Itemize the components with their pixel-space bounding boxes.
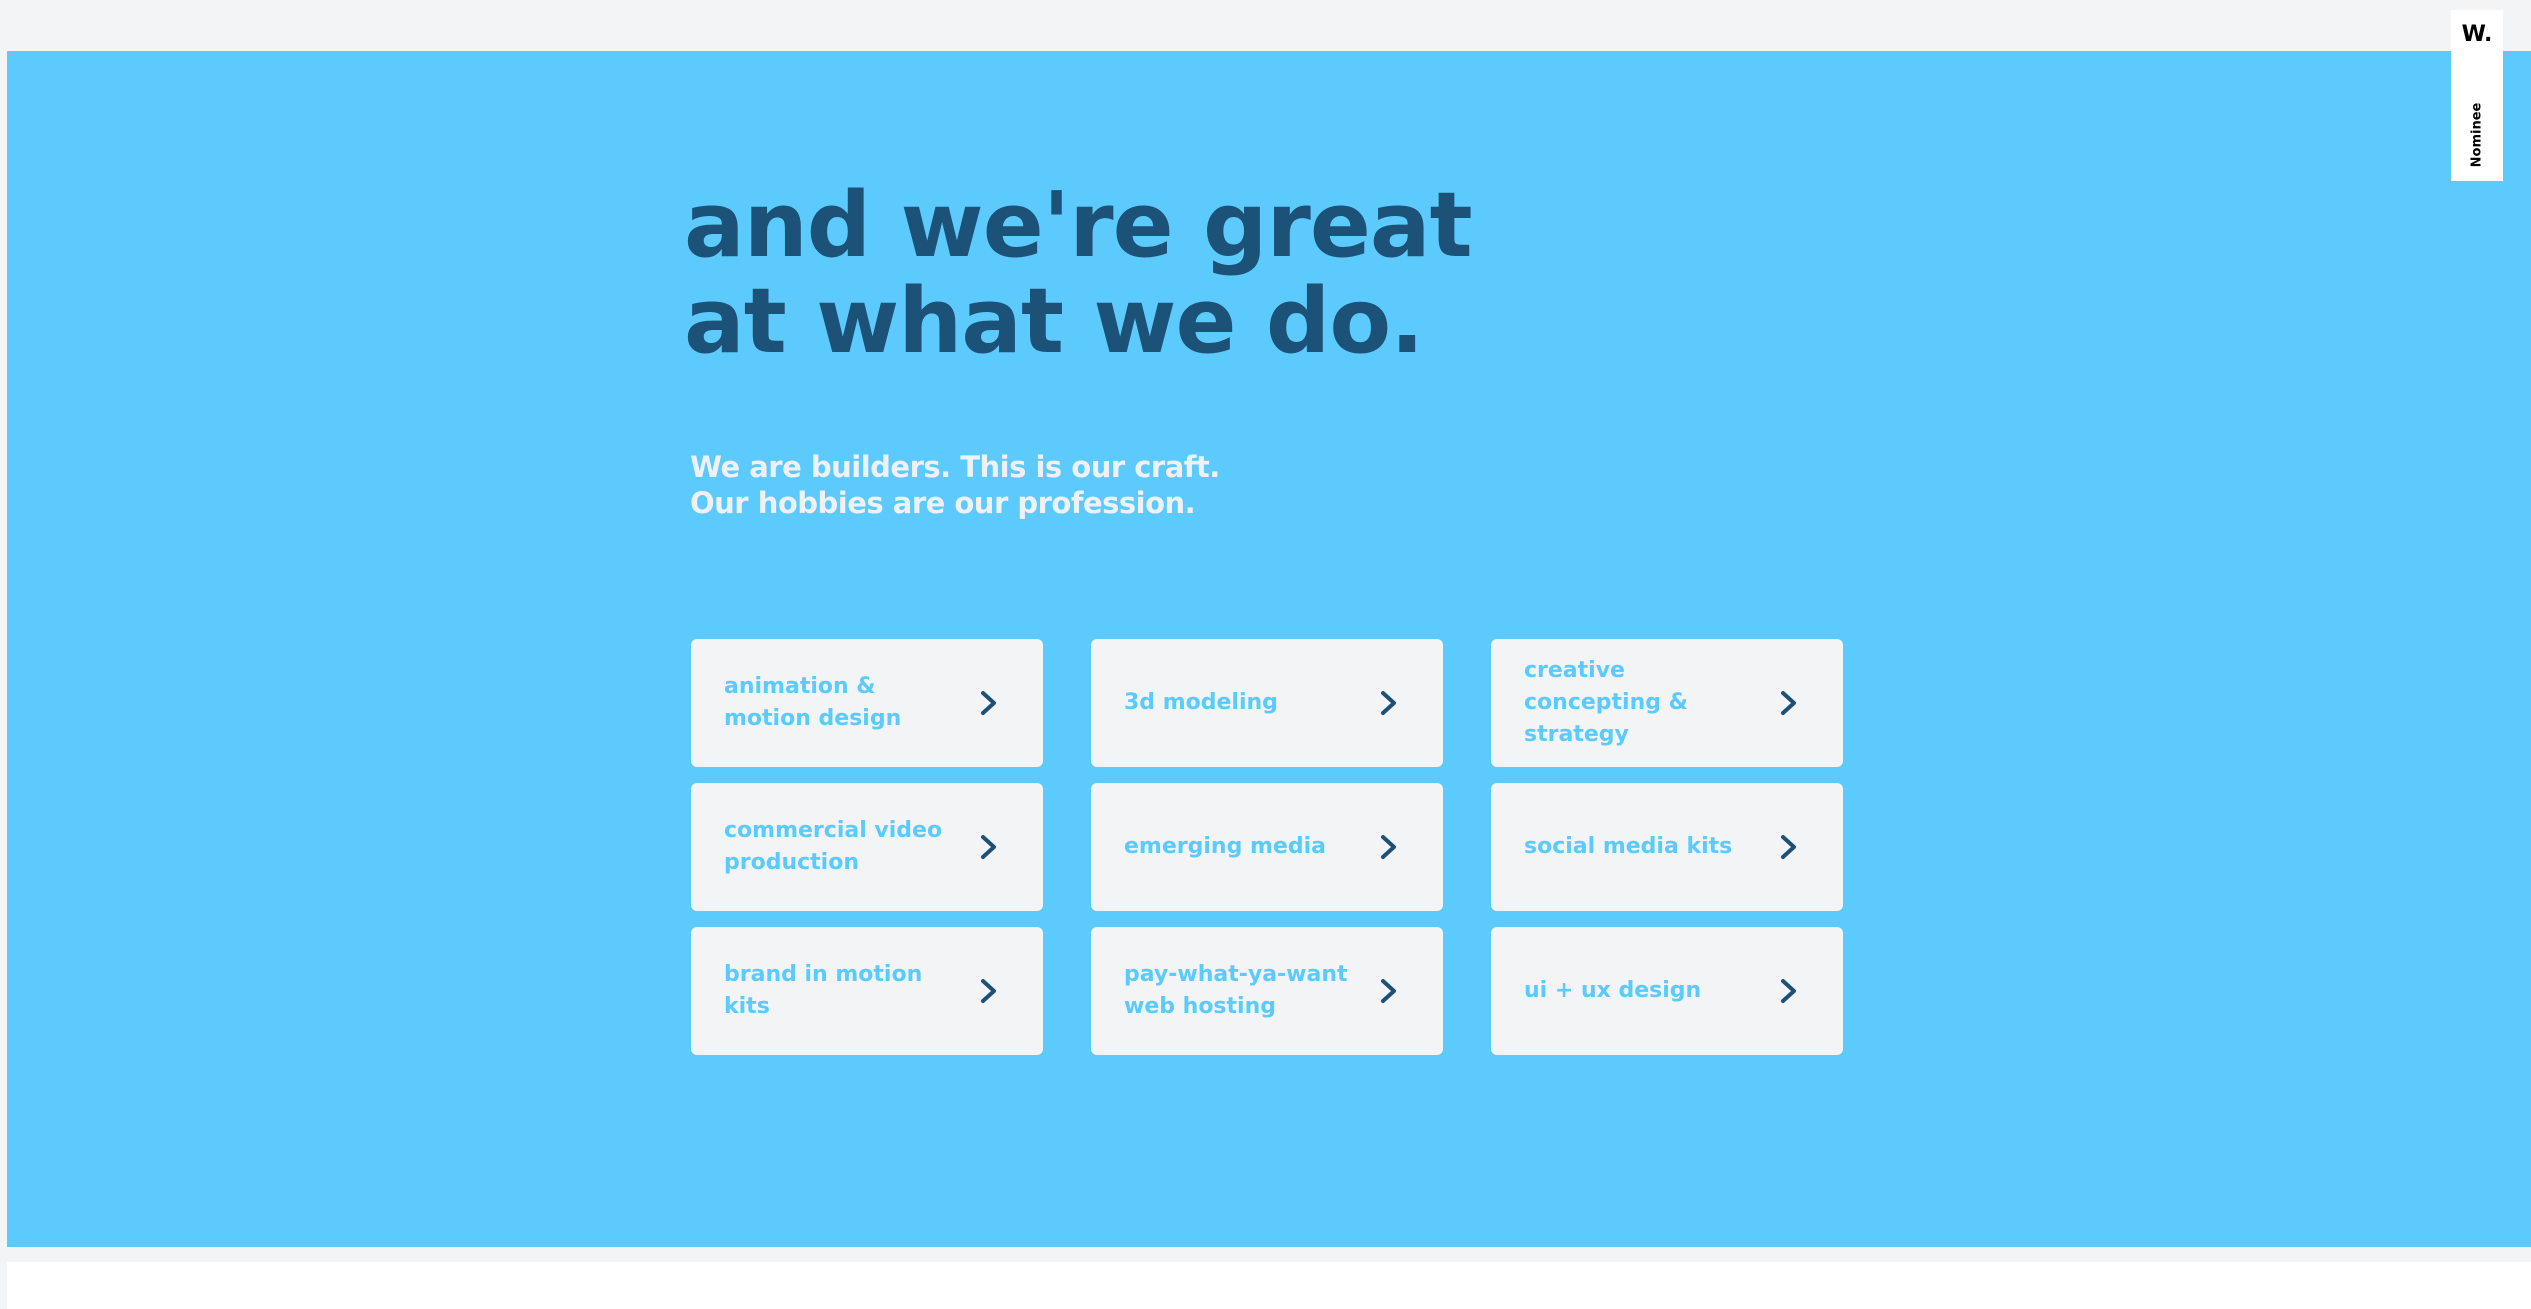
service-card-label: social media kits: [1524, 834, 1733, 859]
chevron-right-icon: [981, 835, 996, 859]
chevron-right-icon: [1781, 691, 1796, 715]
chevron-right-icon: [1781, 835, 1796, 859]
service-card-label: commercial video production: [724, 818, 943, 875]
service-card-brand-in-motion-kits[interactable]: brand in motion kits: [691, 927, 1043, 1055]
chevron-right-icon: [1381, 691, 1396, 715]
chevron-right-icon: [981, 691, 996, 715]
service-card-commercial-video-production[interactable]: commercial video production: [691, 783, 1043, 911]
awards-nominee-badge[interactable]: W. Nominee: [2451, 10, 2503, 181]
headline-line-1: and we're great: [684, 173, 1473, 278]
service-card-creative-concepting-strategy[interactable]: creative concepting & strategy: [1491, 639, 1843, 767]
services-grid: animation & motion design 3d modeling cr…: [691, 639, 1844, 1055]
service-card-label: animation & motion design: [724, 674, 902, 731]
next-section-edge: [7, 1262, 2531, 1309]
service-card-ui-ux-design[interactable]: ui + ux design: [1491, 927, 1843, 1055]
chevron-right-icon: [1381, 979, 1396, 1003]
nominee-label: Nominee: [2469, 102, 2485, 168]
service-card-3d-modeling[interactable]: 3d modeling: [1091, 639, 1443, 767]
service-card-label: emerging media: [1124, 834, 1326, 859]
service-card-label: brand in motion kits: [724, 962, 923, 1019]
service-card-label: creative concepting & strategy: [1524, 658, 1688, 747]
service-card-social-media-kits[interactable]: social media kits: [1491, 783, 1843, 911]
chevron-right-icon: [981, 979, 996, 1003]
awards-logo: W.: [2461, 22, 2493, 47]
chevron-right-icon: [1781, 979, 1796, 1003]
subhead-line-1: We are builders. This is our craft.: [690, 450, 1220, 484]
service-card-label: pay-what-ya-want web hosting: [1124, 962, 1348, 1019]
service-card-animation-motion-design[interactable]: animation & motion design: [691, 639, 1043, 767]
page-subhead: We are builders. This is our craft. Our …: [690, 449, 1220, 521]
subhead-line-2: Our hobbies are our profession.: [690, 486, 1196, 520]
chevron-right-icon: [1381, 835, 1396, 859]
service-card-label: 3d modeling: [1124, 690, 1278, 715]
page: and we're great at what we do. We are bu…: [0, 0, 2531, 1309]
service-card-emerging-media[interactable]: emerging media: [1091, 783, 1443, 911]
service-card-label: ui + ux design: [1524, 978, 1702, 1003]
headline-line-2: at what we do.: [684, 269, 1424, 374]
service-card-pay-what-ya-want-web-hosting[interactable]: pay-what-ya-want web hosting: [1091, 927, 1443, 1055]
page-headline: and we're great at what we do.: [684, 173, 1473, 374]
